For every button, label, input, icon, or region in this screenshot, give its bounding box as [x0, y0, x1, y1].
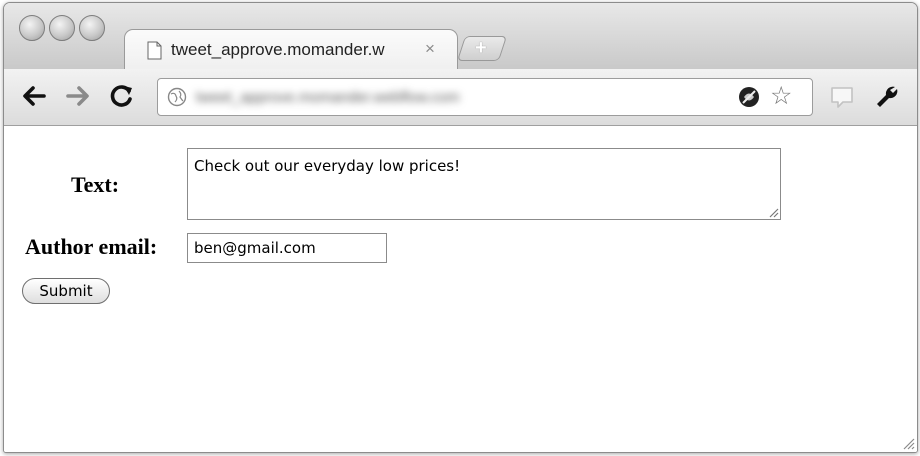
- wrench-icon[interactable]: [873, 83, 901, 111]
- browser-tab[interactable]: tweet_approve.momander.w ×: [124, 29, 458, 71]
- reload-icon[interactable]: [108, 82, 136, 110]
- page-action-icon[interactable]: [829, 85, 855, 109]
- text-label: Text:: [71, 172, 120, 197]
- forward-arrow-icon[interactable]: [64, 82, 92, 110]
- maximize-icon[interactable]: [79, 15, 105, 41]
- submit-button[interactable]: Submit: [22, 278, 110, 304]
- author-email-input[interactable]: [187, 233, 387, 263]
- url-text[interactable]: tweet_approve.momander.webflow.com: [196, 89, 634, 106]
- browser-window: tweet_approve.momander.w × + tweet_appro…: [3, 2, 918, 453]
- text-input[interactable]: Check out our everyday low prices!: [187, 148, 781, 220]
- bookmark-star-icon[interactable]: ☆: [770, 82, 792, 110]
- page-content: Text: Check out our everyday low prices!…: [4, 126, 917, 452]
- close-icon[interactable]: [19, 15, 45, 41]
- window-resize-icon[interactable]: [899, 434, 915, 450]
- blocked-content-icon[interactable]: [738, 86, 760, 108]
- minimize-icon[interactable]: [49, 15, 75, 41]
- title-bar: tweet_approve.momander.w × +: [4, 3, 917, 71]
- author-email-label: Author email:: [25, 234, 158, 259]
- tab-title: tweet_approve.momander.w: [171, 40, 385, 59]
- address-bar[interactable]: tweet_approve.momander.webflow.com ☆: [157, 78, 813, 116]
- tab-close-icon[interactable]: ×: [425, 39, 435, 59]
- plus-icon: +: [475, 37, 487, 59]
- new-tab-button[interactable]: +: [456, 36, 508, 61]
- document-icon: [147, 41, 162, 60]
- resize-grip-icon[interactable]: [767, 206, 779, 218]
- browser-toolbar: tweet_approve.momander.webflow.com ☆: [4, 69, 917, 126]
- back-arrow-icon[interactable]: [20, 82, 48, 110]
- globe-icon: [167, 87, 187, 107]
